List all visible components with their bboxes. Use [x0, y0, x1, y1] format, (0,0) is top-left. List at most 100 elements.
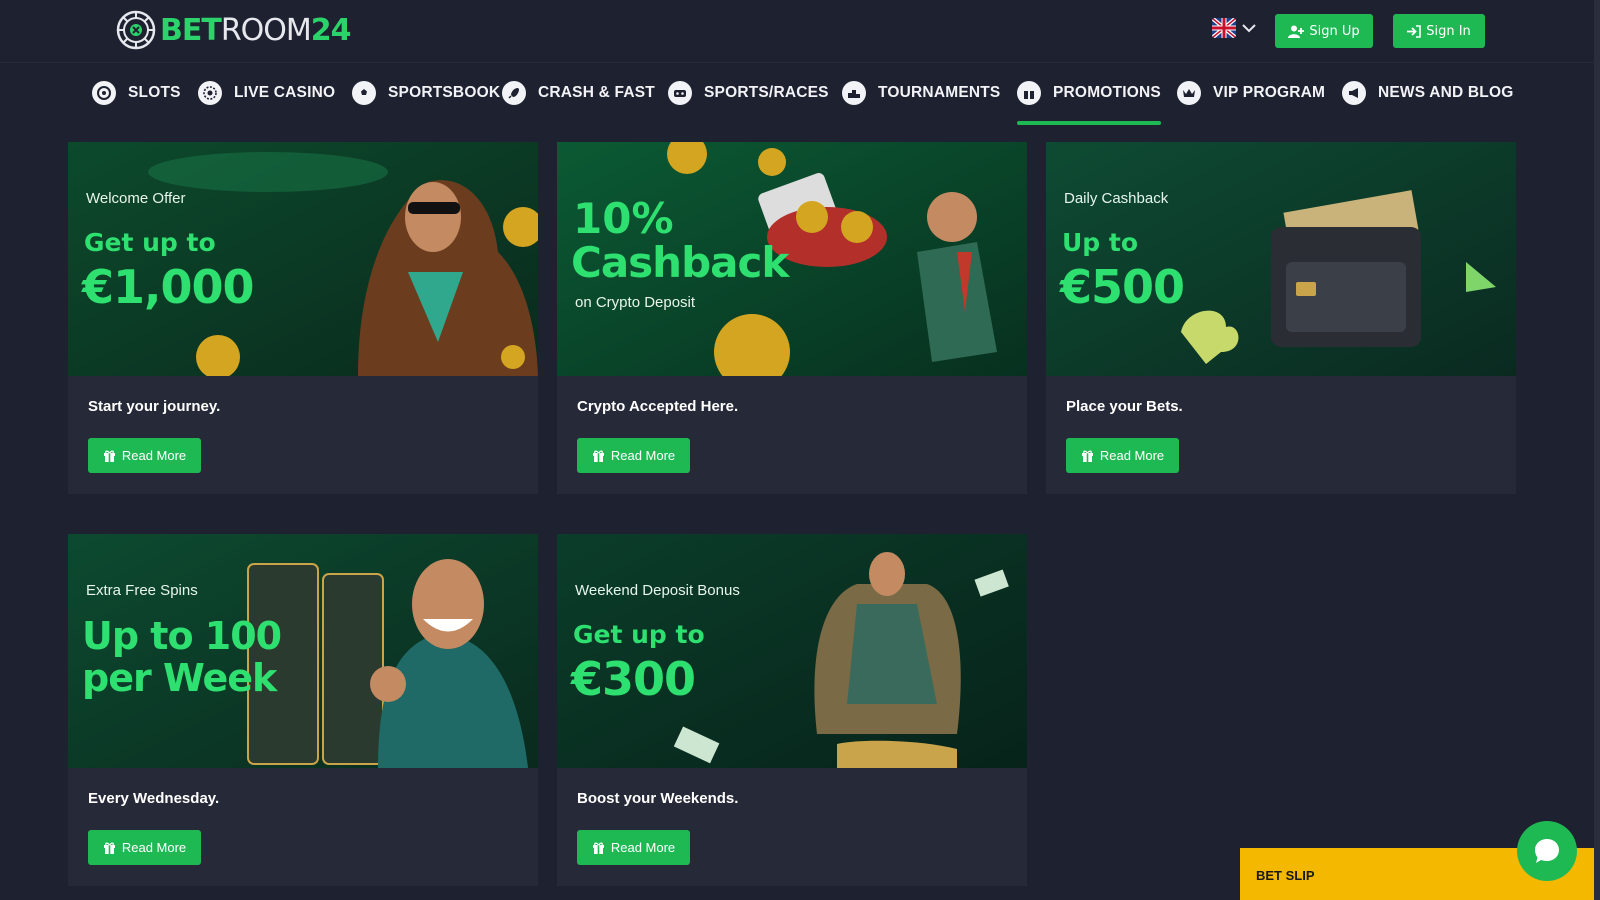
promo-card-body: Start your journey. Read More	[68, 376, 538, 494]
gift-icon	[103, 842, 115, 854]
gift-icon	[1017, 81, 1041, 105]
read-more-button[interactable]: Read More	[577, 830, 690, 865]
nav-item-promotions[interactable]: PROMOTIONS	[1017, 63, 1161, 125]
vr-icon	[668, 81, 692, 105]
sign-in-icon	[1407, 24, 1422, 38]
promo-tagline: Boost your Weekends.	[577, 790, 739, 807]
sign-in-label: Sign In	[1426, 23, 1471, 39]
promo-card-welcome: Welcome Offer Get up to €1,000 Start you…	[68, 142, 538, 494]
gift-icon	[103, 450, 115, 462]
megaphone-icon	[1342, 81, 1366, 105]
promo-headline: Get up to	[84, 228, 216, 257]
banner-artwork	[68, 142, 538, 376]
promo-card-body: Boost your Weekends. Read More	[557, 768, 1027, 886]
read-more-label: Read More	[1099, 448, 1165, 463]
promo-subtitle: Welcome Offer	[86, 190, 186, 207]
sign-up-button[interactable]: Sign Up	[1275, 14, 1373, 48]
crown-icon	[1177, 81, 1201, 105]
promo-card-body: Place your Bets. Read More	[1046, 376, 1516, 494]
logo-wordmark: BETROOM24	[160, 12, 352, 48]
page-scrollbar[interactable]	[1594, 0, 1600, 900]
uk-flag-icon	[1212, 18, 1236, 38]
sign-in-button[interactable]: Sign In	[1393, 14, 1485, 48]
nav-label: SPORTS/RACES	[704, 84, 829, 101]
chevron-down-icon	[1242, 24, 1256, 33]
promo-amount: €300	[571, 652, 696, 706]
promo-banner[interactable]: Daily Cashback Up to €500	[1046, 142, 1516, 376]
nav-label: SLOTS	[128, 84, 181, 101]
gift-icon	[592, 842, 604, 854]
nav-item-news-blog[interactable]: NEWS AND BLOG	[1342, 63, 1514, 123]
nav-item-live-casino[interactable]: LIVE CASINO	[198, 63, 335, 123]
read-more-label: Read More	[121, 840, 187, 855]
nav-label: SPORTSBOOK	[388, 84, 501, 101]
nav-item-vip-program[interactable]: VIP PROGRAM	[1177, 63, 1325, 123]
gift-icon	[1081, 450, 1093, 462]
read-more-button[interactable]: Read More	[88, 438, 201, 473]
promo-amount: Cashback	[571, 238, 789, 287]
bet-slip-label: BET SLIP	[1256, 868, 1315, 883]
promo-subtitle: Extra Free Spins	[86, 582, 198, 599]
nav-label: VIP PROGRAM	[1213, 84, 1326, 101]
logo-main: ROOM	[220, 12, 312, 48]
user-plus-icon	[1288, 25, 1305, 38]
slots-icon	[92, 81, 116, 105]
promo-subtitle: on Crypto Deposit	[575, 294, 696, 311]
promo-headline: Up to 100	[82, 614, 282, 658]
promo-headline: Up to	[1062, 228, 1139, 257]
promo-amount: €1,000	[82, 260, 255, 314]
promo-card-daily-cashback: Daily Cashback Up to €500 Place your Bet…	[1046, 142, 1516, 494]
read-more-button[interactable]: Read More	[88, 830, 201, 865]
promo-amount: per Week	[82, 656, 277, 700]
top-header: BETROOM24 Sign Up Sign In	[0, 0, 1600, 62]
promo-banner[interactable]: Welcome Offer Get up to €1,000	[68, 142, 538, 376]
promo-banner[interactable]: 10% Cashback on Crypto Deposit	[557, 142, 1027, 376]
site-logo[interactable]: BETROOM24	[116, 10, 352, 50]
promo-amount: €500	[1060, 260, 1185, 314]
nav-item-sports-races[interactable]: SPORTS/RACES	[668, 63, 829, 123]
promo-card-free-spins: Extra Free Spins Up to 100 per Week Ever…	[68, 534, 538, 886]
promo-subtitle: Daily Cashback	[1064, 190, 1169, 207]
nav-item-slots[interactable]: SLOTS	[92, 63, 181, 123]
podium-icon	[842, 81, 866, 105]
roulette-logo-icon	[116, 10, 156, 50]
roulette-icon	[198, 81, 222, 105]
chat-bubble-icon	[1535, 839, 1559, 863]
main-navigation: SLOTS LIVE CASINO SPORTSBOOK CRASH & FAS…	[0, 62, 1600, 125]
promo-subtitle: Weekend Deposit Bonus	[575, 582, 740, 599]
nav-item-sportsbook[interactable]: SPORTSBOOK	[352, 63, 500, 123]
read-more-label: Read More	[610, 840, 676, 855]
language-selector[interactable]	[1212, 18, 1256, 38]
promo-headline: 10%	[573, 194, 674, 243]
banner-artwork	[1046, 142, 1516, 376]
read-more-button[interactable]: Read More	[1066, 438, 1179, 473]
nav-label: NEWS AND BLOG	[1378, 84, 1514, 101]
promo-tagline: Place your Bets.	[1066, 398, 1183, 415]
nav-label: CRASH & FAST	[538, 84, 655, 101]
promo-card-body: Every Wednesday. Read More	[68, 768, 538, 886]
sign-up-label: Sign Up	[1309, 23, 1360, 39]
nav-label: LIVE CASINO	[234, 84, 336, 101]
promo-card-cashback: 10% Cashback on Crypto Deposit Crypto Ac…	[557, 142, 1027, 494]
promo-tagline: Crypto Accepted Here.	[577, 398, 739, 415]
nav-label: TOURNAMENTS	[878, 84, 1001, 101]
logo-suffix: 24	[310, 12, 352, 48]
gift-icon	[592, 450, 604, 462]
promo-banner[interactable]: Extra Free Spins Up to 100 per Week	[68, 534, 538, 768]
nav-item-tournaments[interactable]: TOURNAMENTS	[842, 63, 1000, 123]
promo-card-body: Crypto Accepted Here. Read More	[557, 376, 1027, 494]
logo-prefix: BET	[160, 12, 222, 48]
promo-headline: Get up to	[573, 620, 705, 649]
read-more-label: Read More	[610, 448, 676, 463]
football-icon	[352, 81, 376, 105]
promo-card-weekend-bonus: Weekend Deposit Bonus Get up to €300 Boo…	[557, 534, 1027, 886]
chat-button[interactable]	[1517, 821, 1577, 881]
rocket-icon	[502, 81, 526, 105]
read-more-label: Read More	[121, 448, 187, 463]
read-more-button[interactable]: Read More	[577, 438, 690, 473]
nav-item-crash-fast[interactable]: CRASH & FAST	[502, 63, 655, 123]
promo-banner[interactable]: Weekend Deposit Bonus Get up to €300	[557, 534, 1027, 768]
promo-tagline: Start your journey.	[88, 398, 221, 415]
promo-tagline: Every Wednesday.	[88, 790, 220, 807]
nav-label: PROMOTIONS	[1053, 84, 1161, 101]
